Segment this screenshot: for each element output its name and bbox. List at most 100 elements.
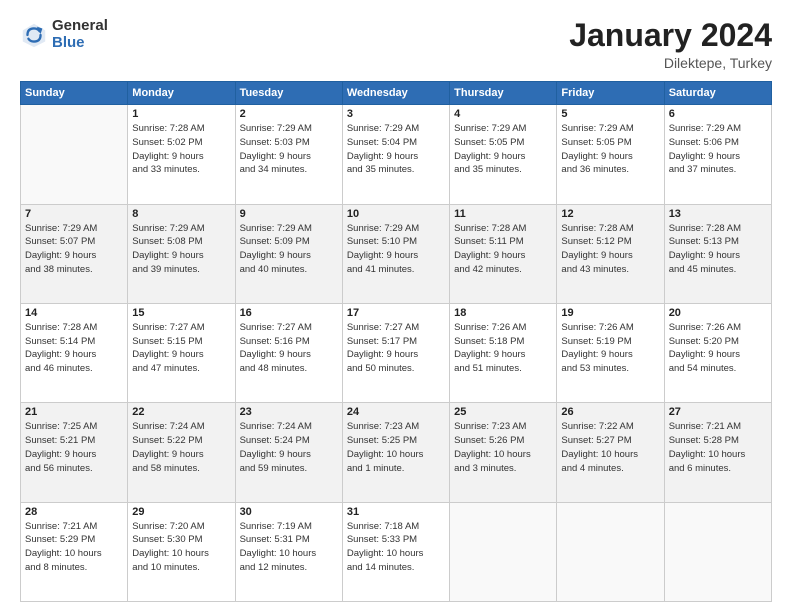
day-info-text: Daylight: 10 hours	[132, 547, 230, 561]
day-info-text: Sunset: 5:18 PM	[454, 335, 552, 349]
calendar-cell: 12Sunrise: 7:28 AMSunset: 5:12 PMDayligh…	[557, 204, 664, 303]
day-number: 5	[561, 108, 659, 120]
day-number: 22	[132, 406, 230, 418]
calendar-cell	[450, 502, 557, 601]
day-number: 2	[240, 108, 338, 120]
day-number: 4	[454, 108, 552, 120]
day-info-text: Daylight: 9 hours	[132, 150, 230, 164]
day-info-text: Sunset: 5:09 PM	[240, 235, 338, 249]
calendar-location: Dilektepe, Turkey	[569, 55, 772, 71]
day-info-text: Sunset: 5:20 PM	[669, 335, 767, 349]
day-number: 29	[132, 506, 230, 518]
day-info-text: Sunset: 5:08 PM	[132, 235, 230, 249]
day-info-text: Sunrise: 7:24 AM	[240, 420, 338, 434]
day-number: 23	[240, 406, 338, 418]
day-info-text: Sunset: 5:02 PM	[132, 136, 230, 150]
day-info-text: Sunrise: 7:26 AM	[454, 321, 552, 335]
day-info-text: and 45 minutes.	[669, 263, 767, 277]
day-info-text: Daylight: 9 hours	[454, 249, 552, 263]
day-number: 31	[347, 506, 445, 518]
calendar-cell: 28 Sunrise: 7:21 AMSunset: 5:29 PMDayligh…	[21, 502, 128, 601]
day-number: 14	[25, 307, 123, 319]
day-info-text: and 54 minutes.	[669, 362, 767, 376]
day-info-text: Sunrise: 7:28 AM	[669, 222, 767, 236]
day-info-text: Sunset: 5:11 PM	[454, 235, 552, 249]
day-info-text: Sunrise: 7:27 AM	[132, 321, 230, 335]
day-info-text: Daylight: 9 hours	[669, 249, 767, 263]
day-info-text: Sunrise: 7:29 AM	[240, 222, 338, 236]
calendar-header-tuesday: Tuesday	[235, 82, 342, 105]
day-info-text: and 46 minutes.	[25, 362, 123, 376]
day-info-text: and 50 minutes.	[347, 362, 445, 376]
day-info-text: Sunset: 5:05 PM	[454, 136, 552, 150]
day-info-text: Sunset: 5:26 PM	[454, 434, 552, 448]
day-info-text: Daylight: 9 hours	[347, 249, 445, 263]
day-number: 12	[561, 208, 659, 220]
day-number: 18	[454, 307, 552, 319]
day-info-text: and 6 minutes.	[669, 462, 767, 476]
day-info-text: Sunrise: 7:24 AM	[132, 420, 230, 434]
day-info-text: Daylight: 10 hours	[25, 547, 123, 561]
day-info-text: Sunrise: 7:29 AM	[347, 122, 445, 136]
day-info-text: Daylight: 9 hours	[25, 448, 123, 462]
day-info-text: Sunset: 5:27 PM	[561, 434, 659, 448]
day-info-text: and 35 minutes.	[454, 163, 552, 177]
day-number: 6	[669, 108, 767, 120]
day-number: 28	[25, 506, 123, 518]
calendar-cell: 14Sunrise: 7:28 AMSunset: 5:14 PMDayligh…	[21, 303, 128, 402]
day-info-text: Daylight: 9 hours	[240, 249, 338, 263]
day-info-text: and 40 minutes.	[240, 263, 338, 277]
day-info-text: Sunset: 5:25 PM	[347, 434, 445, 448]
day-info-text: Sunset: 5:17 PM	[347, 335, 445, 349]
day-number: 16	[240, 307, 338, 319]
day-info-text: Sunrise: 7:26 AM	[561, 321, 659, 335]
day-info-text: Daylight: 9 hours	[669, 348, 767, 362]
day-info-text: Sunset: 5:05 PM	[561, 136, 659, 150]
day-info-text: Daylight: 9 hours	[561, 249, 659, 263]
day-info-text: Sunset: 5:12 PM	[561, 235, 659, 249]
day-info-text: Sunrise: 7:29 AM	[25, 222, 123, 236]
calendar-cell: 5Sunrise: 7:29 AMSunset: 5:05 PMDaylight…	[557, 105, 664, 204]
day-info-text: Daylight: 9 hours	[669, 150, 767, 164]
day-info-text: and 33 minutes.	[132, 163, 230, 177]
day-info-text: Sunset: 5:33 PM	[347, 533, 445, 547]
day-info-text: Daylight: 9 hours	[454, 348, 552, 362]
day-info-text: Daylight: 9 hours	[240, 348, 338, 362]
day-info-text: Sunrise: 7:26 AM	[669, 321, 767, 335]
day-info-text: Daylight: 9 hours	[347, 348, 445, 362]
day-info-text: Daylight: 10 hours	[240, 547, 338, 561]
day-info-text: Sunrise: 7:29 AM	[454, 122, 552, 136]
day-info-text: Daylight: 9 hours	[347, 150, 445, 164]
day-info-text: Sunrise: 7:20 AM	[132, 520, 230, 534]
calendar-cell	[557, 502, 664, 601]
day-number: 9	[240, 208, 338, 220]
calendar-header-thursday: Thursday	[450, 82, 557, 105]
day-info-text: Sunset: 5:15 PM	[132, 335, 230, 349]
day-number: 21	[25, 406, 123, 418]
day-info-text: Sunrise: 7:29 AM	[132, 222, 230, 236]
logo-text: General Blue	[52, 18, 108, 51]
calendar-cell: 18 Sunrise: 7:26 AMSunset: 5:18 PMDayligh…	[450, 303, 557, 402]
day-number: 13	[669, 208, 767, 220]
day-info-text: Daylight: 9 hours	[132, 448, 230, 462]
day-info-text: Daylight: 9 hours	[561, 150, 659, 164]
calendar-cell: 22Sunrise: 7:24 AMSunset: 5:22 PMDayligh…	[128, 403, 235, 502]
calendar-cell: 9 Sunrise: 7:29 AMSunset: 5:09 PMDaylight…	[235, 204, 342, 303]
day-number: 19	[561, 307, 659, 319]
day-info-text: and 14 minutes.	[347, 561, 445, 575]
calendar-cell: 21Sunrise: 7:25 AMSunset: 5:21 PMDayligh…	[21, 403, 128, 502]
calendar-cell: 20Sunrise: 7:26 AMSunset: 5:20 PMDayligh…	[664, 303, 771, 402]
day-info-text: Daylight: 9 hours	[132, 249, 230, 263]
calendar-cell: 23Sunrise: 7:24 AMSunset: 5:24 PMDayligh…	[235, 403, 342, 502]
day-number: 1	[132, 108, 230, 120]
day-info-text: Daylight: 10 hours	[561, 448, 659, 462]
day-number: 25	[454, 406, 552, 418]
calendar-cell: 16Sunrise: 7:27 AMSunset: 5:16 PMDayligh…	[235, 303, 342, 402]
day-info-text: and 8 minutes.	[25, 561, 123, 575]
calendar-cell: 24Sunrise: 7:23 AMSunset: 5:25 PMDayligh…	[342, 403, 449, 502]
day-info-text: Sunrise: 7:21 AM	[25, 520, 123, 534]
calendar-cell: 27Sunrise: 7:21 AMSunset: 5:28 PMDayligh…	[664, 403, 771, 502]
day-info-text: Sunset: 5:29 PM	[25, 533, 123, 547]
day-info-text: Sunrise: 7:28 AM	[25, 321, 123, 335]
calendar-cell: 15Sunrise: 7:27 AMSunset: 5:15 PMDayligh…	[128, 303, 235, 402]
